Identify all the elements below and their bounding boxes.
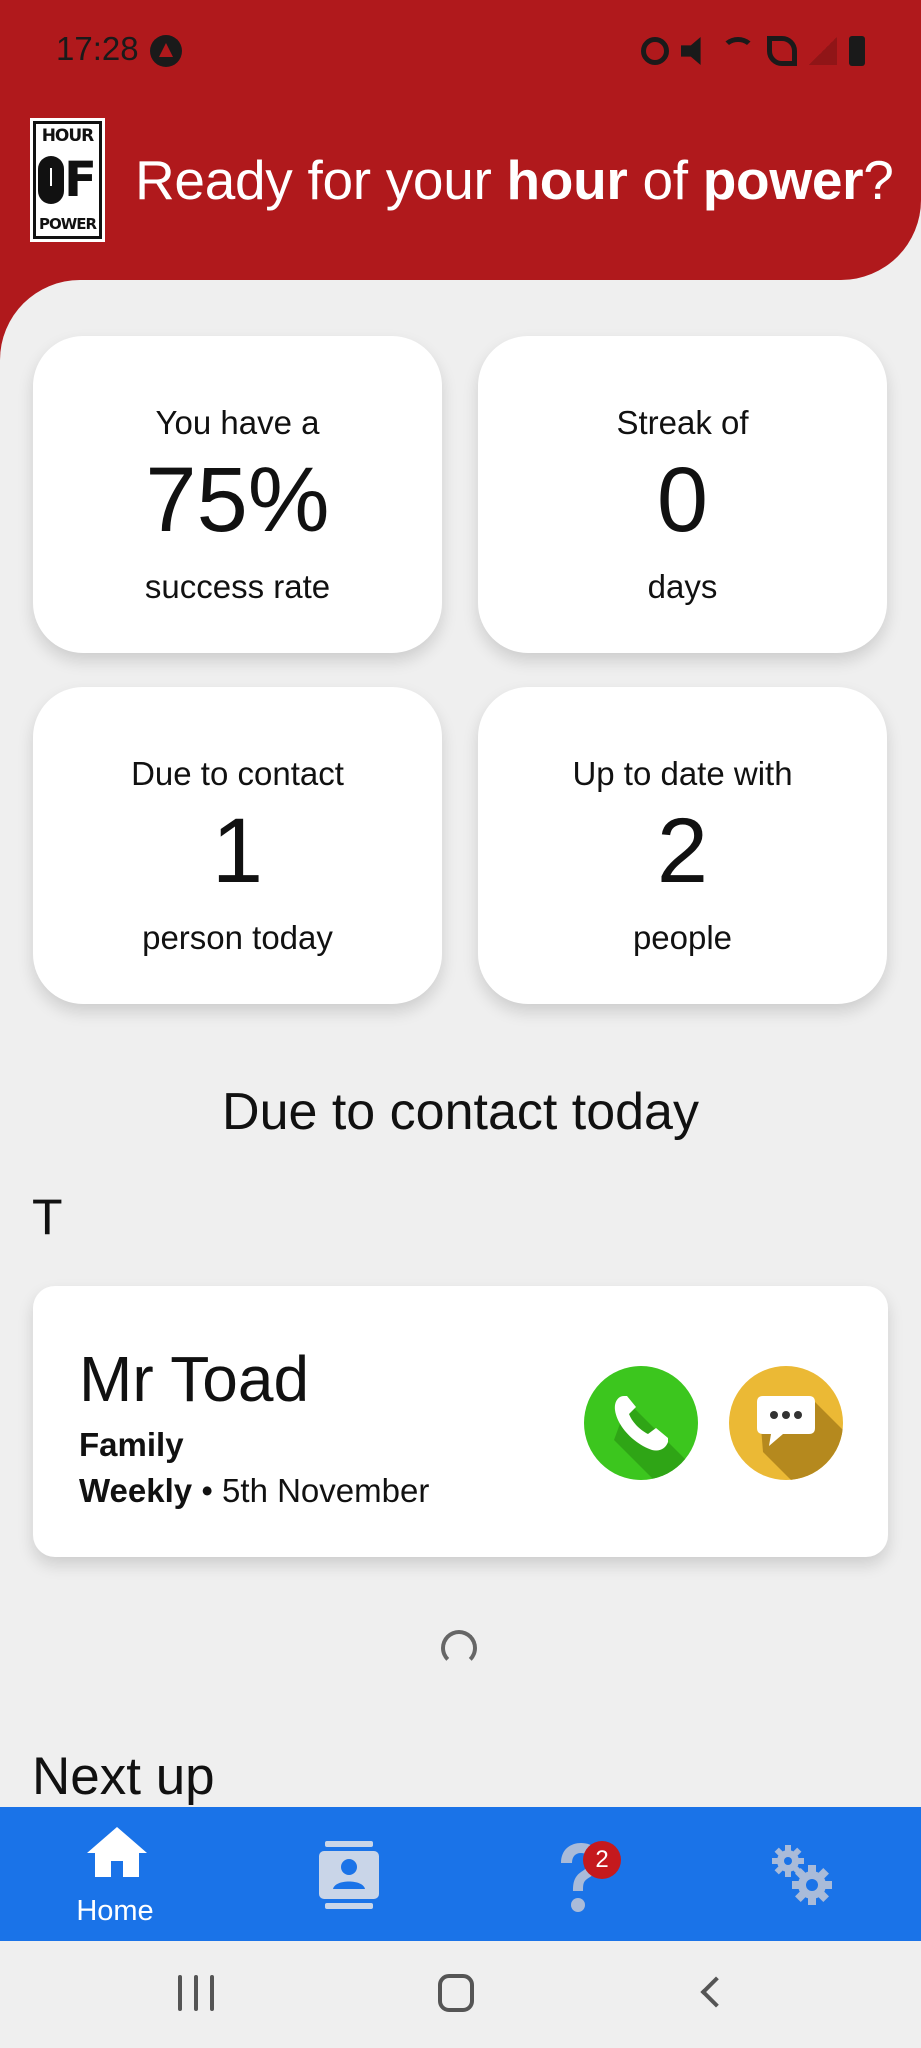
nav-home[interactable]: Home (0, 1807, 230, 1941)
nav-help[interactable]: 2 (460, 1807, 690, 1941)
home-icon (87, 1827, 147, 1877)
loading-spinner (441, 1630, 477, 1666)
success-rate-card: You have a 75% success rate (33, 336, 442, 653)
nav-home-label: Home (76, 1895, 154, 1927)
status-time: 17:28 (56, 30, 139, 67)
alarm-icon (641, 37, 669, 65)
streak-card: Streak of 0 days (478, 336, 887, 653)
title-part: of (627, 149, 703, 211)
title-part: Ready for your (135, 149, 507, 211)
schedule-separator: • (201, 1472, 213, 1509)
notification-icon (150, 35, 182, 67)
contact-schedule: Weekly • 5th November (79, 1472, 429, 1510)
card-value: 2 (656, 800, 709, 902)
status-bar: 17:28 (0, 0, 921, 100)
card-top-text: Streak of (616, 404, 749, 441)
back-icon[interactable] (700, 1976, 732, 2008)
group-letter-header: T (32, 1189, 63, 1245)
help-badge: 2 (583, 1841, 621, 1879)
contact-group: Family (79, 1426, 184, 1463)
system-nav-bar (0, 1941, 921, 2048)
page-title: Ready for your hour of power? (135, 148, 894, 212)
wifi-call-icon (767, 36, 797, 66)
clock-icon (38, 156, 65, 204)
chat-icon (757, 1396, 843, 1480)
card-top-text: Due to contact (131, 755, 344, 792)
due-section-title: Due to contact today (222, 1083, 699, 1141)
contact-frequency: Weekly (79, 1472, 193, 1509)
message-button[interactable] (729, 1366, 843, 1480)
card-bottom-text: success rate (144, 568, 331, 605)
title-part-bold: power (702, 149, 864, 211)
card-top-text: Up to date with (572, 755, 793, 792)
battery-icon (849, 36, 865, 66)
mute-icon (681, 37, 701, 65)
hour-of-power-logo: HOUR F POWER (30, 118, 105, 242)
card-value: 75% (145, 449, 330, 551)
contact-name: Mr Toad (79, 1343, 310, 1415)
call-button[interactable] (584, 1366, 698, 1480)
wifi-icon (721, 37, 755, 65)
card-bottom-text: people (632, 919, 733, 956)
home-button-icon[interactable] (438, 1974, 474, 2012)
next-up-title: Next up (32, 1747, 215, 1806)
settings-icon (772, 1845, 832, 1905)
due-to-contact-card: Due to contact 1 person today (33, 687, 442, 1004)
logo-bottom-word: POWER (38, 215, 97, 233)
card-value: 1 (211, 800, 264, 902)
nav-contacts[interactable] (230, 1807, 460, 1941)
nav-settings[interactable] (690, 1807, 920, 1941)
card-value: 0 (656, 449, 709, 551)
contact-date: 5th November (222, 1472, 430, 1509)
card-bottom-text: person today (142, 919, 333, 956)
title-part: ? (863, 149, 894, 211)
bottom-navigation: Home 2 (0, 1807, 921, 1941)
signal-icon (809, 37, 837, 65)
phone-icon (614, 1396, 698, 1480)
contacts-icon (319, 1841, 379, 1909)
title-part-bold: hour (506, 149, 628, 211)
card-bottom-text: days (647, 568, 718, 605)
card-top-text: You have a (155, 404, 320, 441)
up-to-date-card: Up to date with 2 people (478, 687, 887, 1004)
contact-card[interactable]: Mr Toad Family Weekly • 5th November (33, 1286, 888, 1557)
logo-top-word: HOUR (41, 126, 95, 146)
recents-icon[interactable] (178, 1975, 214, 2011)
logo-letter: F (64, 152, 97, 208)
status-icons (641, 33, 865, 69)
